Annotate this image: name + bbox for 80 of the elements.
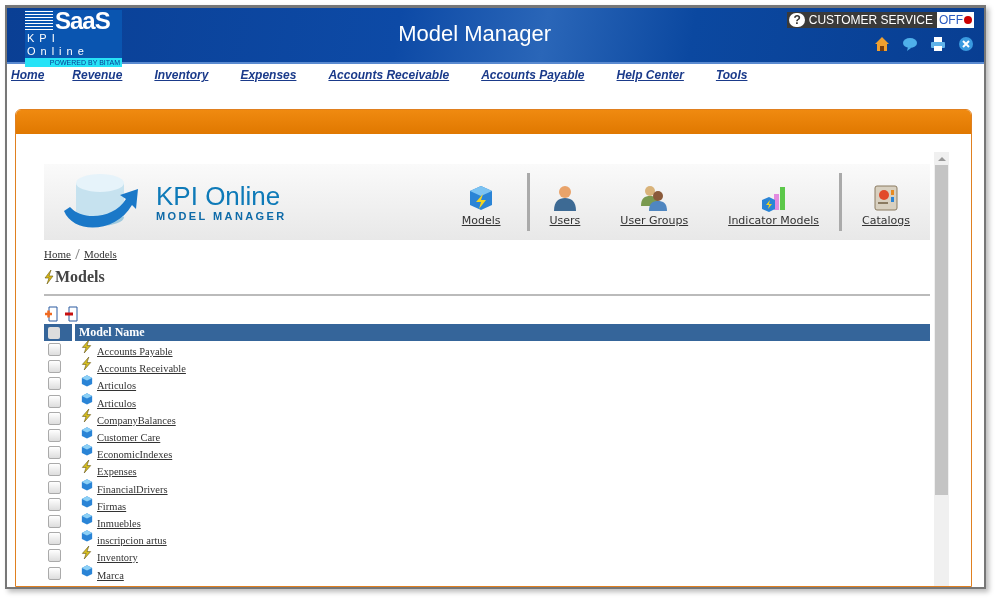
nav-link[interactable]: Tools bbox=[715, 68, 748, 82]
banner-link[interactable]: User Groups bbox=[620, 214, 689, 227]
add-document-icon[interactable] bbox=[44, 306, 60, 322]
remove-document-icon[interactable] bbox=[64, 306, 80, 322]
model-link[interactable]: Articulos bbox=[97, 397, 137, 409]
lightning-icon bbox=[81, 546, 93, 560]
lightning-icon bbox=[81, 460, 93, 474]
row-checkbox[interactable] bbox=[48, 377, 61, 391]
home-icon[interactable] bbox=[874, 36, 890, 52]
lightning-icon bbox=[44, 270, 54, 284]
breadcrumb-link[interactable]: Home bbox=[44, 248, 71, 260]
lightning-icon bbox=[81, 340, 93, 354]
model-link[interactable]: Inmuebles bbox=[97, 517, 141, 529]
logo-text: SaaS bbox=[55, 10, 110, 32]
model-link[interactable]: FinancialDrivers bbox=[97, 483, 168, 495]
window-title: Model Manager bbox=[397, 21, 553, 47]
row-checkbox[interactable] bbox=[48, 549, 61, 563]
column-header[interactable]: Model Name bbox=[75, 324, 930, 341]
model-link[interactable]: Accounts Payable bbox=[97, 346, 173, 358]
row-checkbox[interactable] bbox=[48, 497, 61, 511]
row-checkbox[interactable] bbox=[48, 566, 61, 580]
row-checkbox[interactable] bbox=[48, 360, 61, 374]
row-checkbox[interactable] bbox=[48, 480, 61, 494]
row-checkbox[interactable] bbox=[48, 532, 61, 546]
row-checkbox[interactable] bbox=[48, 429, 61, 443]
row-checkbox[interactable] bbox=[48, 394, 61, 408]
row-checkbox[interactable] bbox=[48, 514, 61, 528]
nav-link[interactable]: Revenue bbox=[72, 68, 123, 82]
cube-icon bbox=[81, 563, 93, 577]
nav-link[interactable]: Accounts Receivable bbox=[328, 68, 450, 82]
scrollbar[interactable] bbox=[934, 152, 949, 586]
status-toggle[interactable]: OFF bbox=[937, 12, 974, 28]
banner-link[interactable]: Indicator Models bbox=[728, 214, 819, 227]
row-checkbox[interactable] bbox=[48, 343, 61, 357]
nav-link[interactable]: Accounts Payable bbox=[481, 68, 585, 82]
model-link[interactable]: Inventory bbox=[97, 552, 138, 564]
model-link[interactable]: EconomicIndexes bbox=[97, 449, 173, 461]
cube-icon bbox=[81, 477, 93, 491]
cube-icon bbox=[81, 391, 93, 405]
model-link[interactable]: Marca bbox=[97, 569, 124, 581]
nav-link[interactable]: Home bbox=[11, 68, 45, 82]
lightning-icon bbox=[81, 357, 93, 371]
model-link[interactable]: inscripcion artus bbox=[97, 535, 167, 547]
model-link[interactable]: Customer Care bbox=[97, 432, 161, 444]
select-all-checkbox[interactable] bbox=[48, 326, 60, 339]
nav-link[interactable]: Help Center bbox=[616, 68, 684, 82]
cube-icon bbox=[81, 443, 93, 457]
page-title: Models bbox=[55, 268, 105, 286]
nav-link[interactable]: Inventory bbox=[154, 68, 209, 82]
brand-subtitle: MODEL MANAGER bbox=[156, 210, 287, 222]
cube-icon bbox=[81, 529, 93, 543]
close-icon[interactable] bbox=[958, 36, 974, 52]
model-link[interactable]: Articulos bbox=[97, 380, 137, 392]
banner-link[interactable]: Catalogs bbox=[862, 214, 910, 227]
cube-icon bbox=[81, 426, 93, 440]
printer-icon[interactable] bbox=[930, 36, 946, 52]
model-link[interactable]: Accounts Receivable bbox=[97, 363, 186, 375]
banner-link[interactable]: Models bbox=[461, 214, 501, 227]
row-checkbox[interactable] bbox=[48, 446, 61, 460]
logo-subtitle: KPI Online bbox=[26, 32, 90, 58]
lightning-icon bbox=[81, 408, 93, 422]
model-link[interactable]: CompanyBalances bbox=[97, 414, 176, 426]
chat-icon[interactable] bbox=[902, 36, 918, 52]
model-link[interactable]: Expenses bbox=[97, 466, 137, 478]
bar-chart-icon[interactable] bbox=[759, 184, 788, 212]
cube-icon bbox=[81, 374, 93, 388]
brand-name: KPI Online bbox=[156, 182, 282, 210]
help-bubble-icon: ? bbox=[789, 13, 805, 27]
stripes-icon bbox=[25, 11, 53, 31]
row-checkbox[interactable] bbox=[48, 411, 61, 425]
catalog-icon[interactable] bbox=[872, 184, 900, 212]
customer-service-label[interactable]: CUSTOMER SERVICE bbox=[804, 13, 937, 27]
banner-link[interactable]: Users bbox=[549, 214, 581, 227]
model-link[interactable]: Firmas bbox=[97, 500, 127, 512]
nav-link[interactable]: Expenses bbox=[240, 68, 297, 82]
cube-icon bbox=[81, 494, 93, 508]
user-group-icon[interactable] bbox=[640, 184, 669, 212]
cube-icon bbox=[81, 511, 93, 525]
breadcrumb-link[interactable]: Models bbox=[83, 248, 117, 260]
row-checkbox[interactable] bbox=[48, 463, 61, 477]
